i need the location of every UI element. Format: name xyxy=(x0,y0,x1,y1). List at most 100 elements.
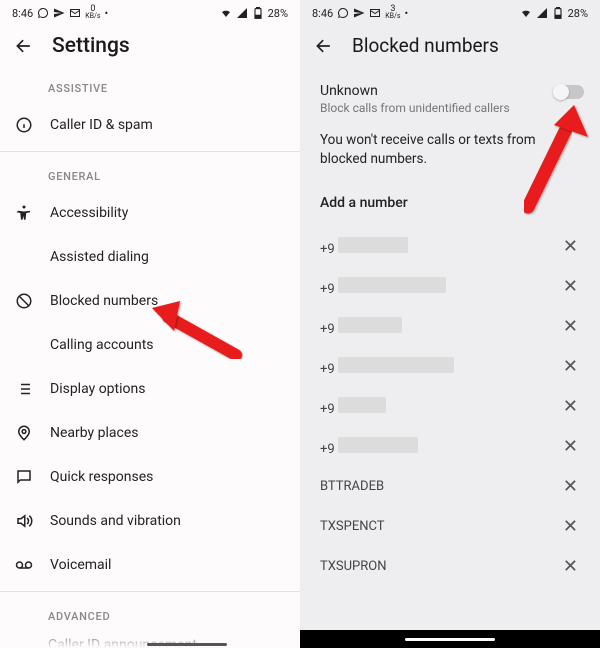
section-assistive: ASSISTIVE xyxy=(0,72,300,103)
blocked-entry: TXSUPRON✕ xyxy=(300,547,600,587)
blocked-number: BTTRADEB xyxy=(320,479,559,494)
row-label: Blocked numbers xyxy=(50,293,282,309)
redacted-number xyxy=(338,437,418,453)
list-icon xyxy=(14,379,34,399)
page-title: Settings xyxy=(52,34,130,58)
row-calling-accounts[interactable]: Calling accounts xyxy=(0,323,300,367)
row-label: Calling accounts xyxy=(50,337,282,353)
redacted-number xyxy=(338,357,454,373)
voicemail-icon xyxy=(14,555,34,575)
blocked-number: +9 xyxy=(320,357,559,377)
info-icon xyxy=(14,115,34,135)
send-icon xyxy=(53,7,65,19)
redacted-number xyxy=(338,237,408,253)
row-sounds-vibration[interactable]: Sounds and vibration xyxy=(0,499,300,543)
nav-handle xyxy=(147,643,227,646)
remove-button[interactable]: ✕ xyxy=(559,434,582,460)
row-label: Quick responses xyxy=(50,469,282,485)
back-button[interactable] xyxy=(314,36,334,56)
toggle-title: Unknown xyxy=(320,83,554,99)
sound-icon xyxy=(14,511,34,531)
page-title: Blocked numbers xyxy=(352,34,499,57)
signal-icon xyxy=(536,7,548,19)
chat-icon xyxy=(14,467,34,487)
status-time: 8:46 xyxy=(312,7,333,20)
row-assisted-dialing[interactable]: Assisted dialing xyxy=(0,235,300,279)
row-nearby-places[interactable]: Nearby places xyxy=(0,411,300,455)
block-icon xyxy=(14,291,34,311)
add-number-button[interactable]: Add a number xyxy=(300,187,600,227)
redacted-number xyxy=(338,277,446,293)
row-label: Nearby places xyxy=(50,425,282,441)
remove-button[interactable]: ✕ xyxy=(559,554,582,580)
row-label: Assisted dialing xyxy=(50,249,282,265)
row-label: Caller ID & spam xyxy=(50,117,282,133)
blocked-number: +9 xyxy=(320,397,559,417)
blocked-numbers-pane: 8:46 3KB/s • 28% Blocked numbers Unknown… xyxy=(300,0,600,648)
blank-icon xyxy=(14,247,34,267)
battery-pct: 28% xyxy=(268,7,288,20)
battery-pct: 28% xyxy=(568,7,588,20)
location-icon xyxy=(14,423,34,443)
row-voicemail[interactable]: Voicemail xyxy=(0,543,300,587)
back-button[interactable] xyxy=(14,36,34,56)
row-blocked-numbers[interactable]: Blocked numbers xyxy=(0,279,300,323)
data-rate: 3KB/s xyxy=(385,6,400,20)
unknown-toggle-switch[interactable] xyxy=(554,85,584,99)
remove-button[interactable]: ✕ xyxy=(559,514,582,540)
blocked-header: Blocked numbers xyxy=(300,24,600,71)
row-display-options[interactable]: Display options xyxy=(0,367,300,411)
blocked-entry: BTTRADEB✕ xyxy=(300,467,600,507)
settings-pane: 8:46 0KB/s • 28% Settings ASSISTIVE Call… xyxy=(0,0,300,648)
data-rate: 0KB/s xyxy=(85,6,100,20)
whatsapp-icon xyxy=(337,7,349,19)
remove-button[interactable]: ✕ xyxy=(559,354,582,380)
blocked-entry: +9 ✕ xyxy=(300,387,600,427)
remove-button[interactable]: ✕ xyxy=(559,314,582,340)
signal-icon xyxy=(236,7,248,19)
nav-bar xyxy=(300,630,600,648)
battery-icon xyxy=(252,7,264,19)
whatsapp-icon xyxy=(37,7,49,19)
remove-button[interactable]: ✕ xyxy=(559,274,582,300)
blocked-number: +9 xyxy=(320,237,559,257)
row-accessibility[interactable]: Accessibility xyxy=(0,191,300,235)
blocked-number: +9 xyxy=(320,317,559,337)
unknown-toggle-row[interactable]: Unknown Block calls from unidentified ca… xyxy=(300,71,600,127)
row-label: Voicemail xyxy=(50,557,282,573)
mail-icon xyxy=(69,7,81,19)
battery-icon xyxy=(552,7,564,19)
nav-handle xyxy=(405,638,495,641)
status-bar: 8:46 0KB/s • 28% xyxy=(0,0,300,24)
blocked-entry: +9 ✕ xyxy=(300,347,600,387)
wifi-icon xyxy=(520,7,532,19)
blocked-number: +9 xyxy=(320,277,559,297)
blocked-entry: TXSPENCT✕ xyxy=(300,507,600,547)
status-bar: 8:46 3KB/s • 28% xyxy=(300,0,600,24)
blocked-entry: +9 ✕ xyxy=(300,227,600,267)
blocked-number: TXSPENCT xyxy=(320,519,559,534)
remove-button[interactable]: ✕ xyxy=(559,474,582,500)
info-text: You won't receive calls or texts from bl… xyxy=(300,127,600,187)
wifi-icon xyxy=(220,7,232,19)
mail-icon xyxy=(369,7,381,19)
section-general: GENERAL xyxy=(0,156,300,191)
remove-button[interactable]: ✕ xyxy=(559,394,582,420)
accessibility-icon xyxy=(14,203,34,223)
redacted-number xyxy=(338,397,386,413)
settings-header: Settings xyxy=(0,24,300,72)
blocked-entry: +9 ✕ xyxy=(300,307,600,347)
row-quick-responses[interactable]: Quick responses xyxy=(0,455,300,499)
blocked-list: +9 ✕+9 ✕+9 ✕+9 ✕+9 ✕+9 ✕BTTRADEB✕TXSPENC… xyxy=(300,227,600,587)
blocked-entry: +9 ✕ xyxy=(300,427,600,467)
toggle-subtitle: Block calls from unidentified callers xyxy=(320,101,554,115)
blank-icon xyxy=(14,335,34,355)
row-label: Display options xyxy=(50,381,282,397)
row-label: Accessibility xyxy=(50,205,282,221)
redacted-number xyxy=(338,317,402,333)
remove-button[interactable]: ✕ xyxy=(559,234,582,260)
row-caller-id-spam[interactable]: Caller ID & spam xyxy=(0,103,300,147)
row-label: Sounds and vibration xyxy=(50,513,282,529)
blocked-number: TXSUPRON xyxy=(320,559,559,574)
divider xyxy=(0,151,300,152)
